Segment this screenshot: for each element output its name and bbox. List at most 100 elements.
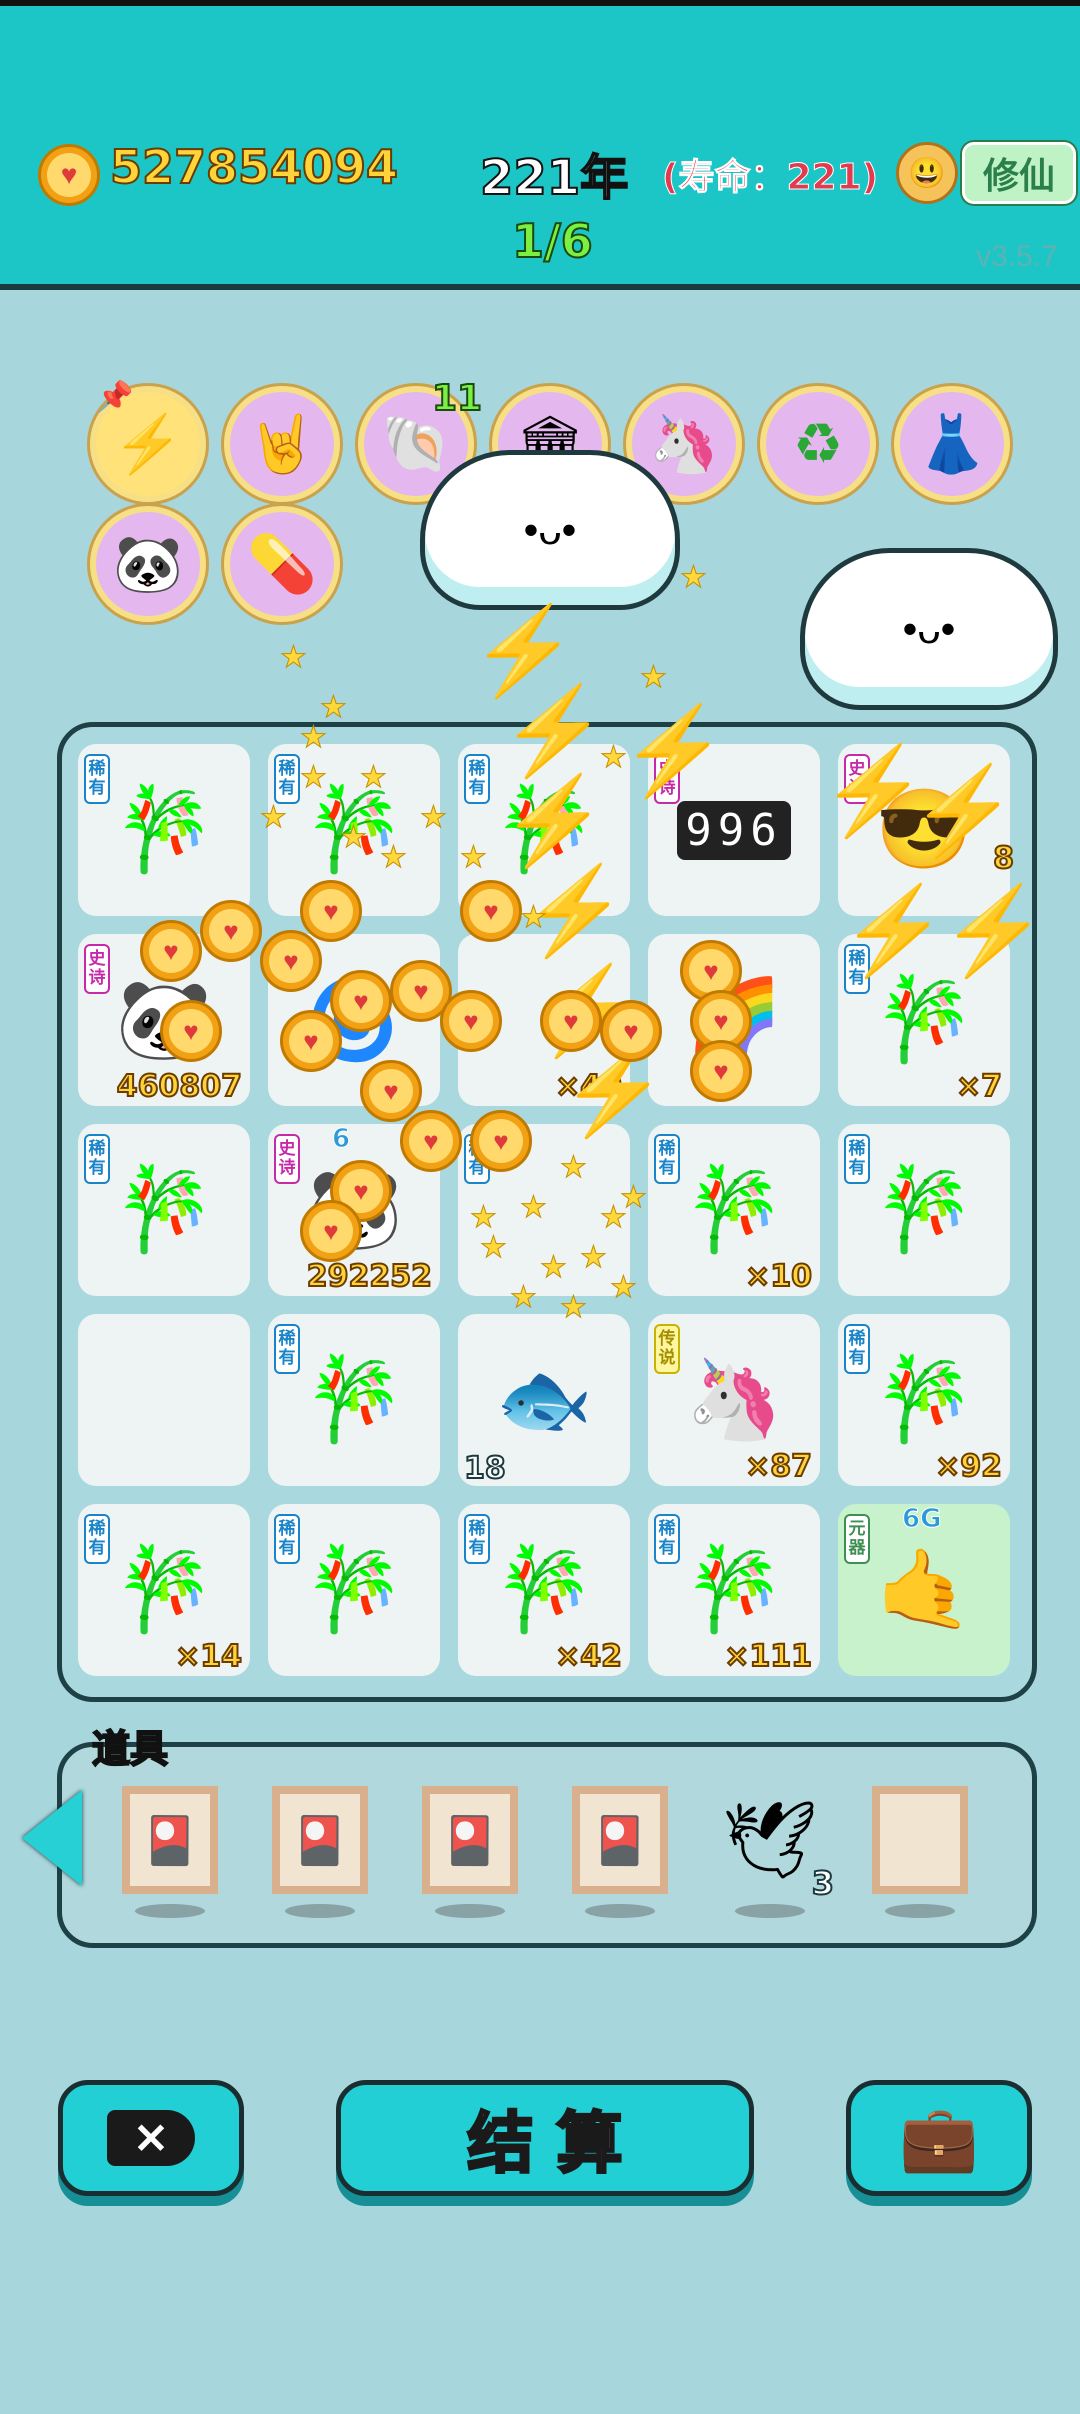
board-cell[interactable]: 🎋 稀有 ×92 (838, 1314, 1010, 1486)
rarity-tag: 稀有 (274, 1514, 300, 1564)
board-cell[interactable]: 🤙 元器 6G (838, 1504, 1010, 1676)
items-title: 道具 (91, 1726, 169, 1772)
board-cell[interactable]: 🎋 稀有 (268, 1504, 440, 1676)
board-cell[interactable]: 🎋 稀有 (838, 1124, 1010, 1296)
rarity-tag: 传说 (654, 1324, 680, 1374)
empty-frame-icon (872, 1786, 968, 1894)
board-cell[interactable]: 🦄 传说 ×87 (648, 1314, 820, 1486)
board-cell[interactable]: 🎋 稀有 ×7 (838, 934, 1010, 1106)
lightning-icon: ⚡ (112, 411, 184, 476)
card-icon: 🎴 (572, 1786, 668, 1894)
cloud-icon: •ᴗ• (420, 450, 680, 610)
wave-counter: 1/6 (511, 213, 594, 269)
inventory-button[interactable]: 💼 (846, 2080, 1032, 2196)
cell-count: ×7 (955, 1068, 1003, 1105)
star-icon: ★ (640, 661, 668, 695)
item-shadow (285, 1904, 355, 1918)
board-cell[interactable]: 🎋 稀有 ×42 (458, 1504, 630, 1676)
rarity-tag: 稀有 (84, 1514, 110, 1564)
cell-count: ×14 (174, 1638, 243, 1675)
cell-count: ×92 (934, 1448, 1003, 1485)
capsule-icon: 💊 (247, 532, 317, 595)
star-icon: ★ (680, 561, 708, 595)
relic-recycle[interactable]: ♻ (760, 386, 876, 502)
cell-count: 460807 (116, 1068, 243, 1105)
board-cell[interactable]: 🎋 稀有 ×10 (648, 1124, 820, 1296)
dove-icon: 🕊 (721, 1798, 819, 1883)
relic-panda[interactable]: 🐼 (90, 506, 206, 622)
lifespan-label: (寿命：221) (661, 157, 879, 199)
item-slot[interactable] (872, 1786, 968, 1894)
board-cell[interactable]: 🌀 (268, 934, 440, 1106)
coin-count: 527854094 (109, 139, 399, 195)
item-slot[interactable]: 🎴 (272, 1786, 368, 1894)
rarity-tag: 稀有 (654, 1134, 680, 1184)
shell-icon: 🐚 (381, 412, 451, 475)
relic-skirt[interactable]: 👗 (894, 386, 1010, 502)
version-label: v3.5.7 (976, 240, 1058, 273)
board-cell[interactable] (78, 1314, 250, 1486)
rarity-tag: 稀有 (84, 754, 110, 804)
board-cell[interactable]: ×40 (458, 934, 630, 1106)
item-shadow (735, 1904, 805, 1918)
card-icon: 🎴 (272, 1786, 368, 1894)
scroll-left-arrow-icon[interactable] (22, 1790, 82, 1886)
cell-top-label: 6 (331, 1124, 351, 1155)
cell-count: 8 (992, 840, 1015, 877)
pin-icon: 📌 (96, 381, 134, 414)
board-cell[interactable]: 稀有 (458, 1124, 630, 1296)
board-cell[interactable]: 🌈 (648, 934, 820, 1106)
item-slot[interactable]: 🎴 (422, 1786, 518, 1894)
board-cell[interactable]: 🐟 18 (458, 1314, 630, 1487)
fan-icon: 🌀 (305, 975, 403, 1063)
settle-button[interactable]: 结 算 (336, 2080, 754, 2196)
briefcase-icon: 💼 (899, 2101, 979, 2174)
board-cell[interactable]: 🎋 稀有 (78, 1124, 250, 1296)
cultivate-button[interactable]: 修仙 (962, 142, 1076, 204)
rarity-tag: 稀有 (464, 754, 490, 804)
cancel-button[interactable]: ✕ (58, 2080, 244, 2196)
board-cell[interactable]: 🎋 稀有 (268, 1314, 440, 1486)
immortal-avatar-icon[interactable]: 😃 (896, 142, 958, 204)
rarity-tag: 稀有 (464, 1514, 490, 1564)
board-cell[interactable]: 996 史诗 (648, 744, 820, 916)
rarity-tag: 史诗 (844, 754, 870, 804)
cloud-icon-2: •ᴗ• (800, 548, 1058, 710)
year-label: 221年 (479, 149, 629, 207)
cell-count: ×40 (554, 1068, 623, 1105)
rarity-tag: 史诗 (274, 1134, 300, 1184)
cell-count: ×87 (744, 1448, 813, 1485)
board-cell[interactable]: 🎋 稀有 (268, 744, 440, 916)
board-cell[interactable]: 🎋 稀有 ×14 (78, 1504, 250, 1676)
cell-count: ×111 (723, 1638, 813, 1675)
relic-capsule[interactable]: 💊 (224, 506, 340, 622)
board-cell[interactable]: 🐼 史诗 6G 460807 (78, 934, 250, 1106)
close-icon: ✕ (107, 2110, 195, 2166)
board-cell[interactable]: 🎋 稀有 (78, 744, 250, 916)
star-icon: ★ (280, 641, 308, 675)
item-slot[interactable]: 🎴 (572, 1786, 668, 1894)
rarity-tag: 稀有 (844, 1134, 870, 1184)
board-cell[interactable]: 😎 史诗 8 (838, 744, 1015, 916)
star-icon: ★ (320, 691, 348, 725)
rarity-tag: 稀有 (844, 944, 870, 994)
board-cell[interactable]: 🎋 稀有 ×111 (648, 1504, 820, 1676)
rarity-tag: 史诗 (654, 754, 680, 804)
relic-rock-hand[interactable]: 🤘 (224, 386, 340, 502)
recycle-icon: ♻ (792, 412, 844, 475)
counter-digits: 996 (677, 800, 791, 860)
cell-top-label: 6G (901, 1504, 942, 1535)
board-cell[interactable]: 🎋 稀有 (458, 744, 630, 916)
item-shadow (885, 1904, 955, 1918)
item-shadow (435, 1904, 505, 1918)
item-slot[interactable]: 🎴 (122, 1786, 218, 1894)
settle-label: 结 算 (466, 2104, 624, 2184)
item-slot[interactable]: 🕊 3 (721, 1786, 835, 1903)
rarity-tag: 稀有 (84, 1134, 110, 1184)
board-cell[interactable]: 🐼 史诗 6 292252 (268, 1124, 440, 1296)
card-icon: 🎴 (122, 1786, 218, 1894)
lightning-bolt-icon: ⚡ (468, 602, 578, 701)
item-count: 3 (811, 1863, 835, 1903)
rarity-tag: 稀有 (274, 754, 300, 804)
rarity-tag: 稀有 (844, 1324, 870, 1374)
